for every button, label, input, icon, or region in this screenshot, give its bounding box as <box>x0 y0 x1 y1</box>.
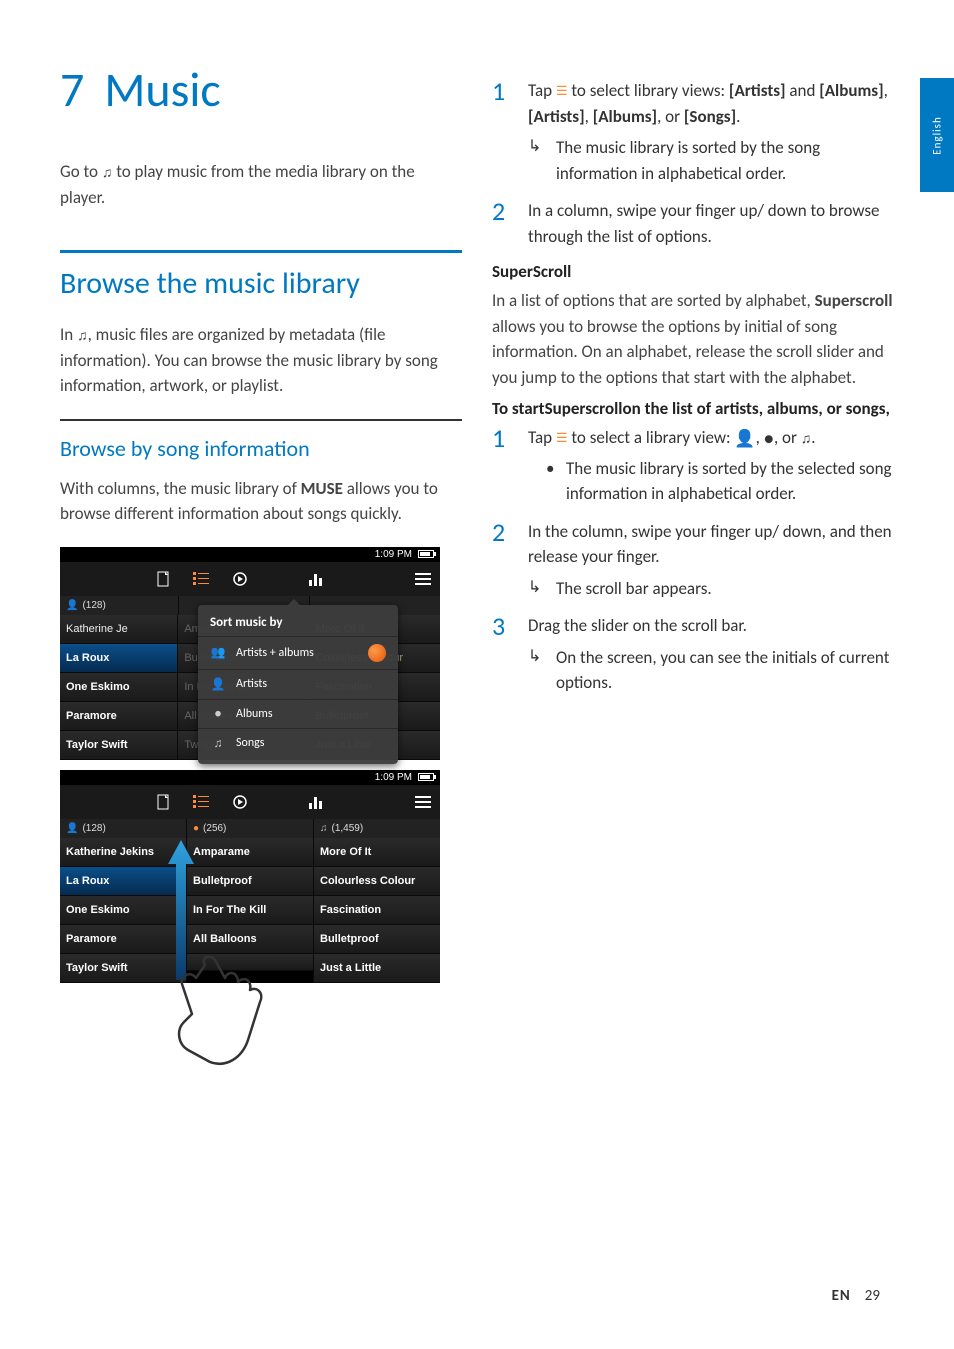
play-circle-icon[interactable] <box>231 793 249 811</box>
artist-icon: 👤 <box>66 600 78 611</box>
document-icon[interactable] <box>155 793 173 811</box>
popup-item[interactable]: ♫Songs <box>198 728 398 758</box>
top-icon-bar[interactable] <box>60 562 440 596</box>
artist-icon: 👤 <box>734 426 755 452</box>
chapter-heading: 7Music <box>60 60 462 119</box>
album-icon: ● <box>764 426 774 452</box>
artist-cell[interactable]: One Eskimo <box>60 673 177 702</box>
equalizer-icon[interactable] <box>309 793 327 811</box>
start-superscroll-heading: To startSuperscrollon the list of artist… <box>492 398 894 419</box>
song-cell[interactable]: Just a Little <box>314 954 440 983</box>
hamburger-icon[interactable] <box>414 570 432 588</box>
song-cell[interactable]: Bulletproof <box>314 925 440 954</box>
top-icon-bar[interactable] <box>60 785 440 819</box>
status-bar: 1:09 PM <box>60 770 440 785</box>
list-view-icon[interactable] <box>193 793 211 811</box>
step-number: 1 <box>492 78 518 186</box>
artists-albums-icon: 👥 <box>210 645 226 660</box>
album-cell[interactable]: Amparame <box>187 838 313 867</box>
page-footer: EN 29 <box>832 1287 880 1305</box>
result-arrow-icon: ↳ <box>528 576 548 602</box>
superscroll-heading: SuperScroll <box>492 261 894 282</box>
right-column: 1 Tap ☰ to select library views: [Artist… <box>492 60 894 993</box>
list-view-icon: ☰ <box>556 429 568 449</box>
status-bar: 1:09 PM <box>60 547 440 562</box>
radio-selected-icon <box>368 644 386 662</box>
column-header-songs[interactable]: ♫(1,459) <box>314 819 440 838</box>
intro-text: Go to ♫ to play music from the media lib… <box>60 159 462 210</box>
song-cell[interactable]: Fascination <box>314 896 440 925</box>
step-number: 2 <box>492 198 518 249</box>
album-cell[interactable]: Bulletproof <box>187 867 313 896</box>
column-header-artists[interactable]: 👤(128) <box>60 596 179 615</box>
battery-icon <box>418 773 434 781</box>
ss-step-3: 3 Drag the slider on the scroll bar. ↳ O… <box>492 613 894 696</box>
popup-item[interactable]: 👤Artists <box>198 669 398 699</box>
music-note-icon: ♫ <box>801 428 812 449</box>
screenshot-2: 1:09 PM <box>60 770 462 983</box>
left-column: 7Music Go to ♫ to play music from the me… <box>60 60 462 993</box>
album-icon: ● <box>193 823 199 834</box>
superscroll-paragraph: In a list of options that are sorted by … <box>492 288 894 390</box>
popup-title: Sort music by <box>198 611 398 636</box>
step-2: 2 In a column, swipe your finger up/ dow… <box>492 198 894 249</box>
equalizer-icon[interactable] <box>309 570 327 588</box>
artist-cell[interactable]: Taylor Swift <box>60 731 177 760</box>
album-cell[interactable]: In For The Kill <box>187 896 313 925</box>
screenshot-1: 1:09 PM <box>60 547 462 760</box>
hamburger-icon[interactable] <box>414 793 432 811</box>
popup-item[interactable]: ●Albums <box>198 699 398 728</box>
list-view-icon[interactable] <box>193 570 211 588</box>
sort-popup: Sort music by 👥Artists + albums 👤Artists… <box>198 605 398 764</box>
artist-cell[interactable]: Katherine Je <box>60 615 177 644</box>
list-view-icon: ☰ <box>556 82 568 102</box>
artist-cell[interactable]: Paramore <box>60 702 177 731</box>
page-number: 29 <box>865 1287 880 1305</box>
bullet-icon: • <box>546 456 558 507</box>
artist-icon: 👤 <box>66 823 78 834</box>
step-number: 1 <box>492 425 518 507</box>
footer-language: EN <box>832 1287 851 1305</box>
artist-cell[interactable]: La Roux <box>60 644 177 673</box>
result-arrow-icon: ↳ <box>528 645 548 696</box>
column-header-artists[interactable]: 👤(128) <box>60 819 187 838</box>
document-icon[interactable] <box>155 570 173 588</box>
play-circle-icon[interactable] <box>231 570 249 588</box>
artist-icon: 👤 <box>210 677 226 692</box>
column-header-albums[interactable]: ●(256) <box>187 819 314 838</box>
song-cell[interactable]: More Of It <box>314 838 440 867</box>
popup-item[interactable]: 👥Artists + albums <box>198 636 398 669</box>
subsection-text: With columns, the music library of MUSE … <box>60 476 462 527</box>
thin-rule <box>60 419 462 421</box>
result-arrow-icon: ↳ <box>528 135 548 186</box>
subsection-heading: Browse by song information <box>60 435 462 462</box>
language-tab: English <box>920 78 954 192</box>
music-note-icon: ♫ <box>102 162 113 183</box>
section-text: In ♫, music files are organized by metad… <box>60 322 462 399</box>
step-number: 2 <box>492 519 518 602</box>
song-cell[interactable]: Colourless Colour <box>314 867 440 896</box>
section-heading: Browse the music library <box>60 265 462 302</box>
music-note-icon: ♫ <box>77 325 88 346</box>
step-1: 1 Tap ☰ to select library views: [Artist… <box>492 78 894 186</box>
album-icon: ● <box>210 707 226 721</box>
hand-gesture-icon <box>170 950 300 1080</box>
song-icon: ♫ <box>210 736 226 751</box>
blue-rule <box>60 250 462 253</box>
step-number: 3 <box>492 613 518 696</box>
ss-step-1: 1 Tap ☰ to select a library view: 👤, ●, … <box>492 425 894 507</box>
song-icon: ♫ <box>320 823 328 834</box>
battery-icon <box>418 550 434 558</box>
ss-step-2: 2 In the column, swipe your finger up/ d… <box>492 519 894 602</box>
